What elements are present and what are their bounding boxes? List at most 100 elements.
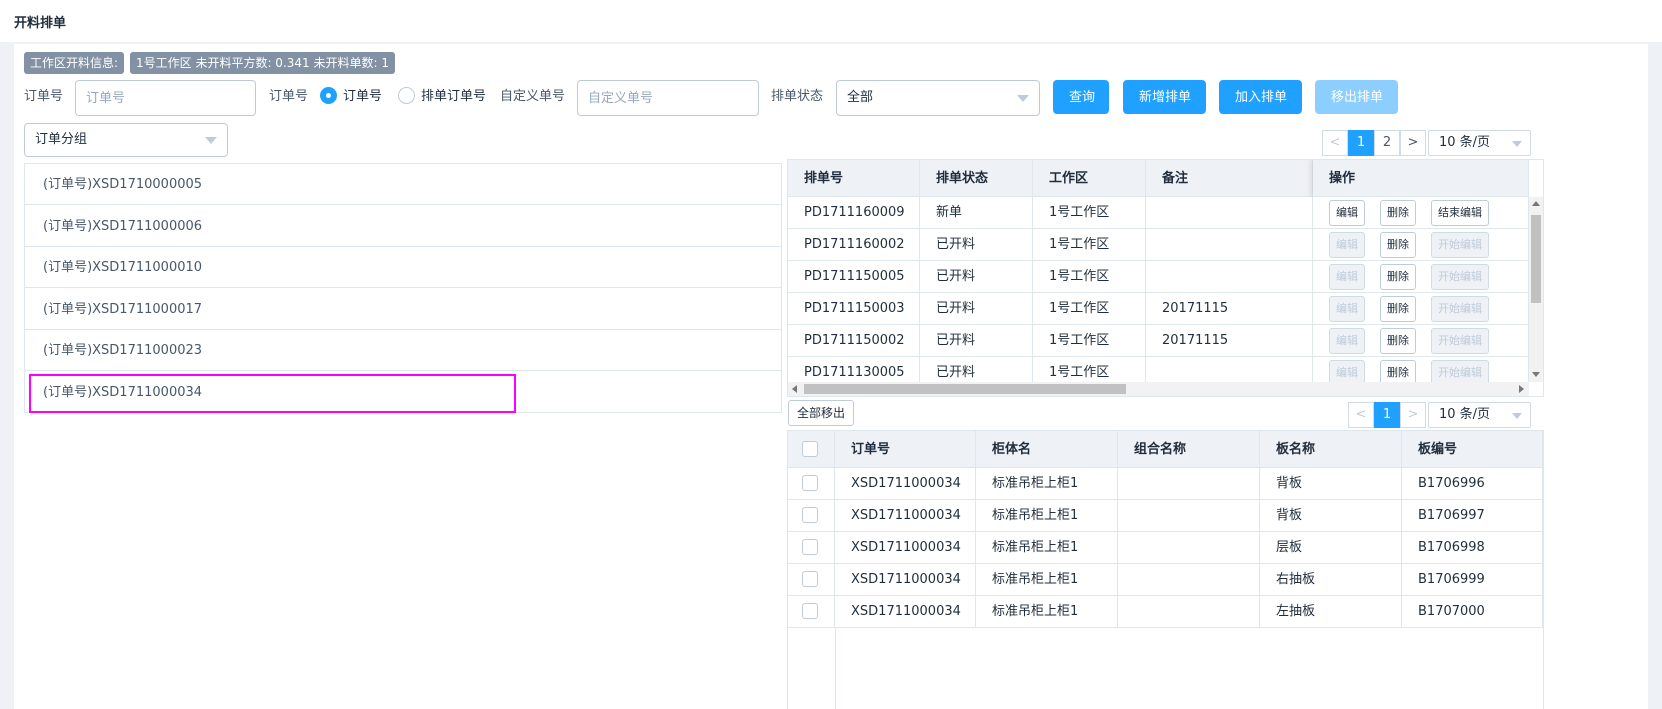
radio-schedule-no[interactable]: 排单订单号 — [398, 79, 486, 115]
table-cell: 1号工作区 — [1033, 293, 1146, 325]
chevron-left-icon: < — [1329, 135, 1341, 150]
order-list: (订单号)XSD1710000005 (订单号)XSD1711000006 (订… — [24, 163, 782, 413]
table-cell: 1号工作区 — [1033, 197, 1146, 229]
order-list-item-selected[interactable]: (订单号)XSD1711000034 — [25, 372, 781, 413]
status-select-value: 全部 — [847, 90, 874, 105]
table-cell: 1号工作区 — [1033, 261, 1146, 293]
row-checkbox[interactable] — [802, 539, 818, 555]
order-group-select[interactable]: 订单分组 — [24, 123, 228, 157]
pager-page-1[interactable]: 1 — [1374, 402, 1400, 428]
page-title: 开料排单 — [14, 16, 67, 31]
status-select[interactable]: 全部 — [836, 80, 1040, 116]
scroll-up-icon — [1532, 201, 1540, 206]
row-checkbox[interactable] — [802, 507, 818, 523]
pager-prev-button[interactable]: < — [1348, 402, 1374, 428]
delete-button[interactable]: 删除 — [1380, 232, 1416, 258]
table-row-actions: 编辑 删除 开始编辑 — [1313, 293, 1529, 325]
edit-button[interactable]: 编辑 — [1329, 232, 1365, 258]
custom-no-input[interactable] — [577, 80, 759, 116]
table-cell — [1118, 532, 1260, 564]
radio-order-no[interactable]: 订单号 — [320, 79, 382, 115]
workspace-info-summary: 1号工作区 未开料平方数: 0.341 未开料单数: 1 — [130, 52, 395, 74]
column-header: 板编号 — [1402, 431, 1543, 468]
order-list-item[interactable]: (订单号)XSD1711000023 — [25, 330, 781, 371]
remove-all-button[interactable]: 全部移出 — [788, 400, 855, 426]
chevron-right-icon: > — [1407, 407, 1419, 422]
column-header: 备注 — [1146, 160, 1313, 197]
column-header-select — [788, 431, 835, 468]
page-header: 开料排单 — [0, 0, 1662, 42]
pager-next-button[interactable]: > — [1400, 402, 1426, 428]
table-cell — [1118, 468, 1260, 500]
edit-button[interactable]: 编辑 — [1329, 296, 1365, 322]
table-row-actions: 编辑 删除 开始编辑 — [1313, 229, 1529, 261]
toggle-edit-button[interactable]: 开始编辑 — [1431, 232, 1489, 258]
table-row-actions: 编辑 删除 开始编辑 — [1313, 325, 1529, 357]
table-cell: B1707000 — [1402, 596, 1543, 628]
select-all-checkbox[interactable] — [802, 441, 818, 457]
toggle-edit-button[interactable]: 开始编辑 — [1431, 328, 1489, 354]
order-list-item[interactable]: (订单号)XSD1711000006 — [25, 206, 781, 247]
table-cell: 右抽板 — [1260, 564, 1402, 596]
board-table: 订单号 柜体名 组合名称 板名称 板编号 XSD1711000034 标准吊柜上… — [787, 430, 1544, 709]
row-checkbox[interactable] — [802, 475, 818, 491]
toggle-edit-button[interactable]: 开始编辑 — [1431, 296, 1489, 322]
edit-button[interactable]: 编辑 — [1329, 264, 1365, 290]
table-cell — [1118, 596, 1260, 628]
delete-button[interactable]: 删除 — [1380, 328, 1416, 354]
join-schedule-button[interactable]: 加入排单 — [1219, 80, 1302, 114]
caret-down-icon — [1512, 141, 1522, 147]
order-list-item[interactable]: (订单号)XSD1711000017 — [25, 289, 781, 330]
pager-size-select[interactable]: 10 条/页 — [1428, 402, 1531, 428]
edit-button[interactable]: 编辑 — [1329, 328, 1365, 354]
pager-size-select[interactable]: 10 条/页 — [1428, 130, 1531, 156]
query-button[interactable]: 查询 — [1053, 80, 1109, 114]
scrollbar-thumb[interactable] — [1531, 215, 1541, 303]
toggle-edit-button[interactable]: 结束编辑 — [1431, 200, 1489, 226]
table-cell: 已开料 — [920, 325, 1033, 357]
table-cell: PD1711160009 — [788, 197, 920, 229]
table-cell: 标准吊柜上柜1 — [976, 596, 1118, 628]
table-cell: B1706997 — [1402, 500, 1543, 532]
table-cell: B1706999 — [1402, 564, 1543, 596]
row-checkbox[interactable] — [802, 571, 818, 587]
column-header: 排单号 — [788, 160, 920, 197]
remove-schedule-button[interactable]: 移出排单 — [1315, 80, 1398, 114]
toggle-edit-button[interactable]: 开始编辑 — [1431, 264, 1489, 290]
column-header: 订单号 — [835, 431, 976, 468]
delete-button[interactable]: 删除 — [1380, 200, 1416, 226]
pager-page-2[interactable]: 2 — [1374, 130, 1400, 156]
row-checkbox[interactable] — [802, 603, 818, 619]
scroll-right-icon — [1519, 385, 1524, 393]
scroll-down-icon — [1532, 372, 1540, 377]
table-cell: 左抽板 — [1260, 596, 1402, 628]
table-cell: 1号工作区 — [1033, 229, 1146, 261]
table-cell: XSD1711000034 — [835, 596, 976, 628]
add-schedule-button[interactable]: 新增排单 — [1123, 80, 1206, 114]
table-cell: B1706998 — [1402, 532, 1543, 564]
table-cell: XSD1711000034 — [835, 468, 976, 500]
pager-size-value: 10 条/页 — [1439, 407, 1491, 422]
schedule-pager: < 1 2 > 10 条/页 — [1322, 130, 1532, 156]
table-cell: PD1711160002 — [788, 229, 920, 261]
order-no-input[interactable] — [75, 80, 256, 116]
pager-size-value: 10 条/页 — [1439, 135, 1491, 150]
order-type-label: 订单号 — [269, 89, 309, 104]
table-cell-select — [788, 500, 835, 532]
horizontal-scrollbar[interactable] — [788, 382, 1529, 396]
schedule-table: 排单号 排单状态 工作区 备注 操作 PD1711160009 新单 1号工作区… — [787, 159, 1544, 397]
scrollbar-thumb[interactable] — [804, 384, 1126, 394]
order-list-item[interactable]: (订单号)XSD1710000005 — [25, 164, 781, 205]
delete-button[interactable]: 删除 — [1380, 264, 1416, 290]
pager-page-1[interactable]: 1 — [1348, 130, 1374, 156]
table-cell — [1118, 500, 1260, 532]
pager-next-button[interactable]: > — [1400, 130, 1426, 156]
vertical-scrollbar[interactable] — [1529, 197, 1543, 382]
delete-button[interactable]: 删除 — [1380, 296, 1416, 322]
table-cell: 层板 — [1260, 532, 1402, 564]
edit-button[interactable]: 编辑 — [1329, 200, 1365, 226]
pager-prev-button[interactable]: < — [1322, 130, 1348, 156]
table-cell: PD1711150002 — [788, 325, 920, 357]
order-list-item[interactable]: (订单号)XSD1711000010 — [25, 247, 781, 288]
status-label: 排单状态 — [771, 89, 824, 104]
